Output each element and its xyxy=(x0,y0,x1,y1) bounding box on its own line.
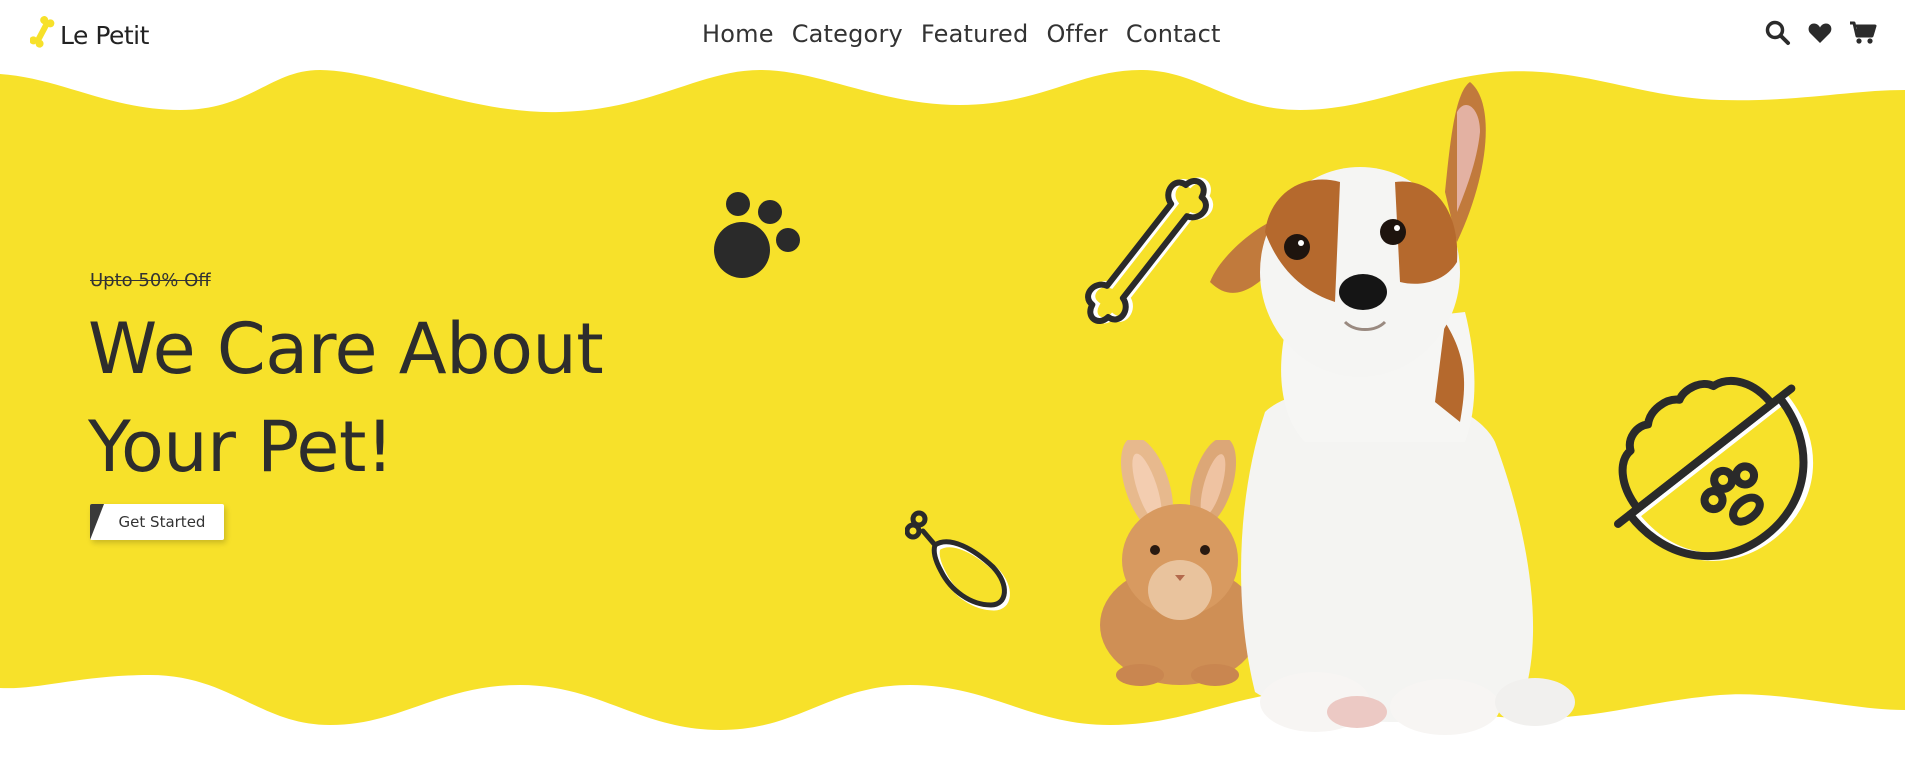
nav-offer[interactable]: Offer xyxy=(1046,20,1107,48)
bone-icon xyxy=(29,16,56,54)
hero-headline: We Care About Your Pet! xyxy=(88,300,604,496)
nav-home[interactable]: Home xyxy=(702,20,774,48)
nav-category[interactable]: Category xyxy=(792,20,903,48)
offer-text: Upto 50% Off xyxy=(90,270,211,291)
brand-name: Le Petit xyxy=(60,20,149,50)
cart-icon[interactable] xyxy=(1849,20,1877,46)
headline-line-1: We Care About xyxy=(88,308,604,390)
paw-print-icon xyxy=(714,192,800,278)
puppy-image xyxy=(1210,82,1575,735)
main-nav: Home Category Featured Offer Contact xyxy=(702,20,1221,48)
drumstick-outline-icon xyxy=(905,510,1010,611)
get-started-label: Get Started xyxy=(118,513,206,531)
headline-line-2: Your Pet! xyxy=(88,406,394,488)
nav-featured[interactable]: Featured xyxy=(921,20,1029,48)
site-header: Le Petit Home Category Featured Offer Co… xyxy=(0,0,1905,72)
search-icon[interactable] xyxy=(1765,20,1791,46)
header-actions xyxy=(1765,20,1877,46)
nav-contact[interactable]: Contact xyxy=(1126,20,1221,48)
food-bowl-outline-icon xyxy=(1614,377,1814,561)
get-started-button[interactable]: Get Started xyxy=(90,504,224,540)
heart-icon[interactable] xyxy=(1807,20,1833,46)
logo[interactable]: Le Petit xyxy=(29,16,149,54)
